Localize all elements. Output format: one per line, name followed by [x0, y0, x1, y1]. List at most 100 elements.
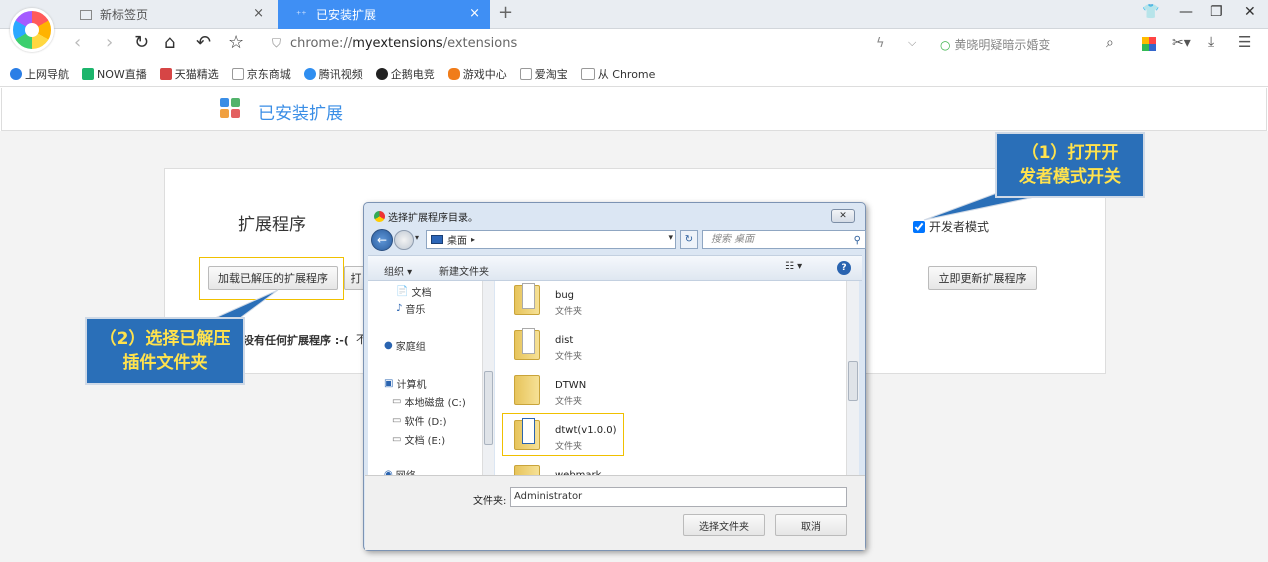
cancel-button[interactable]: 取消 — [775, 514, 847, 536]
tree-item-documents[interactable]: 📄 文档 — [396, 284, 431, 299]
homegroup-icon: ● — [384, 340, 393, 351]
bookmark-item[interactable]: 腾讯视频 — [303, 66, 363, 82]
gamepad-icon — [447, 67, 460, 80]
close-icon[interactable]: ✕ — [831, 209, 855, 223]
folder-icon — [514, 328, 540, 360]
close-window-icon[interactable]: ✕ — [1244, 4, 1256, 20]
bookmark-item[interactable]: 游戏中心 — [447, 66, 507, 82]
search-icon[interactable]: ⌕ — [1106, 35, 1114, 51]
extensions-icon — [220, 98, 242, 120]
back-arrow-icon[interactable]: ← — [371, 229, 393, 251]
desktop-icon — [431, 235, 443, 244]
command-bar: 组织 ▾ 新建文件夹 ☷ ▾ ? — [368, 255, 862, 281]
update-extensions-button[interactable]: 立即更新扩展程序 — [928, 266, 1037, 290]
music-icon: ♪ — [396, 303, 403, 314]
star-icon[interactable]: ☆ — [228, 32, 244, 53]
tree-item-homegroup[interactable]: ● 家庭组 — [384, 338, 426, 353]
bookmark-item[interactable]: NOW直播 — [82, 66, 147, 82]
apps-icon[interactable] — [1142, 37, 1156, 51]
tab-new-tab[interactable]: 新标签页 × — [62, 0, 274, 29]
organize-menu[interactable]: 组织 ▾ — [384, 263, 412, 278]
no-extensions-text: 没有任何扩展程序 :-( — [243, 334, 349, 347]
help-icon[interactable]: ? — [837, 261, 851, 275]
bookmark-item[interactable]: 京东商城 — [231, 66, 291, 82]
callout-dev-mode: （1）打开开 发者模式开关 — [995, 132, 1145, 198]
refresh-icon[interactable]: ↻ — [680, 230, 698, 249]
close-icon[interactable]: × — [469, 6, 480, 21]
dialog-search-input[interactable]: 搜索 桌面 ⚲ — [702, 230, 866, 249]
bookmark-icon — [10, 67, 22, 80]
menu-icon[interactable]: ☰ — [1238, 33, 1251, 51]
tree-item-drive-c[interactable]: ▭ 本地磁盘 (C:) — [392, 394, 466, 409]
selection-highlight — [502, 413, 624, 456]
bookmark-icon — [159, 67, 172, 80]
download-icon[interactable]: ⤓ — [1208, 34, 1214, 50]
tree-item-drive-e[interactable]: ▭ 文档 (E:) — [392, 432, 445, 447]
scissors-icon[interactable]: ✂▾ — [1172, 35, 1191, 51]
shield-icon: ⛉ — [272, 36, 282, 50]
back-icon[interactable]: ‹ — [74, 32, 81, 53]
bookmark-item[interactable]: 天猫精选 — [159, 66, 219, 82]
callout-select-folder: （2）选择已解压 插件文件夹 — [85, 317, 245, 385]
drive-icon: ▭ — [392, 396, 402, 407]
address-bar[interactable]: chrome://myextensions/extensions — [290, 36, 517, 51]
search-input[interactable]: ○ 黄晓明疑暗示婚变 — [940, 36, 1050, 53]
tree-item-music[interactable]: ♪ 音乐 — [396, 301, 425, 316]
address-host: myextensions — [352, 36, 443, 51]
video-icon — [303, 67, 316, 80]
page-icon — [519, 67, 532, 80]
skin-icon[interactable]: 👕 — [1142, 4, 1159, 20]
minimize-icon[interactable]: — — [1179, 4, 1193, 20]
bookmarks-bar: 上网导航 NOW直播 天猫精选 京东商城 腾讯视频 企鹅电竞 游戏中心 爱淘宝 … — [0, 61, 1268, 87]
section-title: 扩展程序 — [238, 215, 306, 235]
folder-list-scrollbar-thumb[interactable] — [848, 361, 858, 401]
bookmark-item[interactable]: 上网导航 — [10, 66, 69, 82]
chevron-down-icon[interactable]: ▾ — [415, 233, 419, 242]
page-icon — [80, 9, 92, 20]
search-logo-icon: ○ — [940, 38, 951, 52]
tab-label: 已安装扩展 — [316, 8, 377, 22]
tree-item-computer[interactable]: ▣ 计算机 — [384, 376, 426, 391]
navigation-tree: 📄 文档 ♪ 音乐 ● 家庭组 ▣ 计算机 ▭ 本地磁盘 (C:) ▭ 软件 (D:) ▭ 文… — [368, 281, 493, 475]
chevron-down-icon[interactable]: ▾ — [668, 233, 673, 243]
bookmark-icon — [82, 67, 94, 80]
dialog-title: 选择扩展程序目录。 — [374, 209, 478, 224]
new-tab-button[interactable]: + — [498, 2, 513, 23]
bookmark-item[interactable]: 爱淘宝 — [519, 66, 568, 82]
tree-item-drive-d[interactable]: ▭ 软件 (D:) — [392, 413, 447, 428]
restore-icon[interactable]: ❐ — [1210, 4, 1223, 20]
document-icon: 📄 — [396, 286, 409, 297]
bookmark-item[interactable]: 从 Chrome — [580, 66, 655, 82]
tab-extensions[interactable]: ⁺⁺ 已安装扩展 × — [278, 0, 490, 29]
folder-label: 文件夹: — [473, 496, 507, 507]
reload-icon[interactable]: ↻ — [134, 32, 149, 53]
path-breadcrumb[interactable]: 桌面 ▸ ▾ — [426, 230, 676, 249]
tree-item-network[interactable]: ◉网络 — [384, 467, 416, 475]
penguin-icon — [375, 67, 388, 80]
browser-logo[interactable] — [10, 8, 54, 52]
dialog-nav-row: ← ▾ 桌面 ▸ ▾ ↻ 搜索 桌面 ⚲ — [370, 229, 866, 251]
page-icon — [231, 67, 244, 80]
developer-mode-toggle[interactable]: 开发者模式 — [913, 218, 989, 235]
close-icon[interactable]: × — [253, 6, 264, 21]
select-folder-button[interactable]: 选择文件夹 — [683, 514, 765, 536]
folder-picker-dialog: 选择扩展程序目录。 ✕ ← ▾ 桌面 ▸ ▾ ↻ 搜索 桌面 ⚲ 组织 ▾ 新建… — [363, 202, 866, 551]
new-folder-button[interactable]: 新建文件夹 — [439, 263, 489, 278]
tab-label: 新标签页 — [100, 8, 149, 22]
folder-icon — [514, 283, 540, 315]
tab-strip: 新标签页 × ⁺⁺ 已安装扩展 × + 👕 — ❐ ✕ — [0, 0, 1268, 29]
tree-scrollbar-thumb[interactable] — [484, 371, 493, 445]
bookmark-item[interactable]: 企鹅电竞 — [375, 66, 435, 82]
forward-icon[interactable]: › — [106, 32, 113, 53]
undo-icon[interactable]: ↶ — [196, 32, 211, 53]
folder-name-input[interactable]: Administrator — [510, 487, 847, 507]
developer-mode-label: 开发者模式 — [929, 220, 990, 234]
home-icon[interactable]: ⌂ — [164, 32, 175, 53]
chevron-down-icon[interactable]: ⌵ — [908, 36, 916, 50]
lightning-icon[interactable]: ϟ — [876, 36, 885, 51]
load-unpacked-button[interactable]: 加载已解压的扩展程序 — [208, 266, 338, 290]
view-options-icon[interactable]: ☷ ▾ — [785, 261, 802, 272]
forward-arrow-icon[interactable] — [394, 230, 414, 250]
folder-icon — [514, 373, 540, 405]
developer-mode-checkbox[interactable] — [913, 220, 925, 233]
